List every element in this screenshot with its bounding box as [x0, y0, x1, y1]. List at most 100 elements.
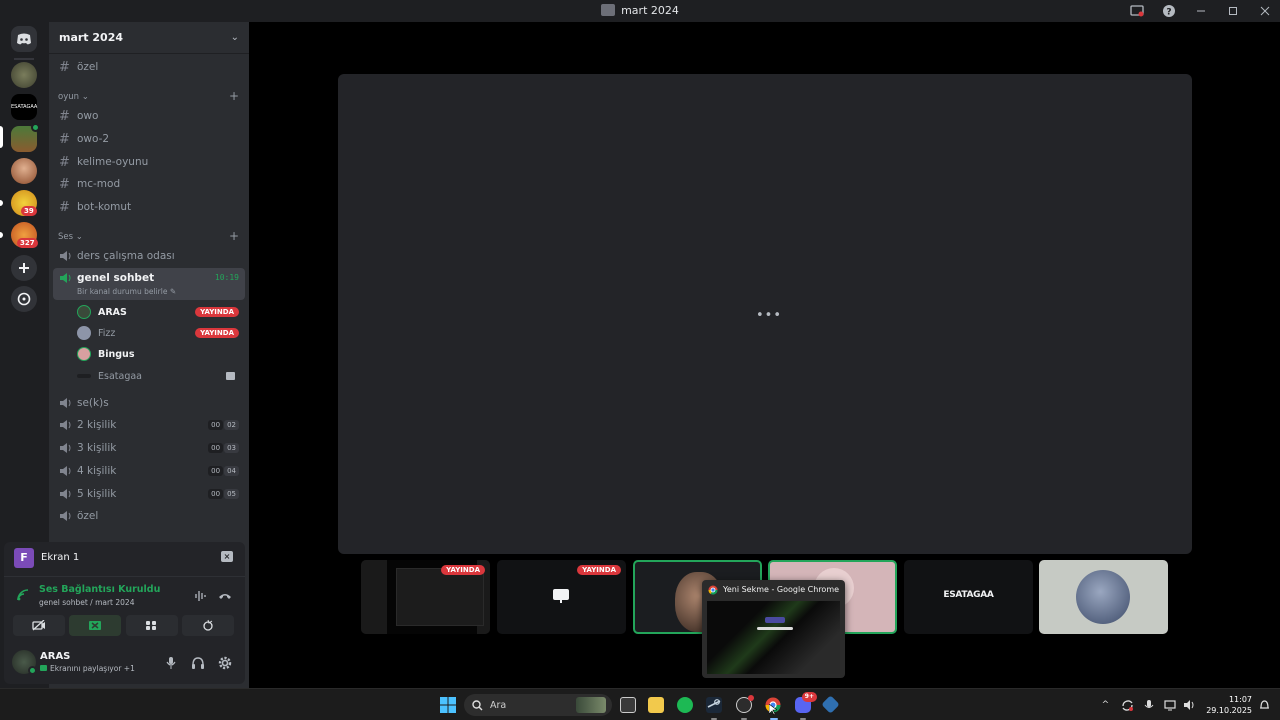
chrome-taskbar-preview[interactable]: Yeni Sekme - Google Chrome	[702, 580, 845, 678]
voice-ozel[interactable]: özel	[53, 505, 245, 527]
discord-home-button[interactable]	[11, 26, 37, 52]
file-explorer-icon[interactable]	[648, 697, 664, 713]
disconnect-icon[interactable]	[218, 590, 232, 602]
voice-location[interactable]: genel sohbet / mart 2024	[39, 598, 134, 607]
guild-header[interactable]: mart 2024 ⌄	[49, 22, 249, 54]
server-icon-mart-2024[interactable]	[11, 123, 40, 152]
voice-connected-status[interactable]: Ses Bağlantısı Kuruldu	[39, 584, 160, 595]
category-oyun[interactable]: oyun ⌄	[58, 92, 89, 102]
gear-icon[interactable]	[218, 656, 232, 670]
streaming-icon	[40, 665, 47, 671]
chevron-up-icon[interactable]: ^	[1102, 700, 1110, 710]
channel-owo-2[interactable]: # owo-2	[53, 128, 245, 150]
tile-esatagaa[interactable]: ESATAGAA	[904, 560, 1033, 634]
explore-servers-button[interactable]	[11, 286, 37, 312]
help-icon[interactable]: ?	[1162, 4, 1176, 18]
voice-genel-sohbet[interactable]: genel sohbet 10:19 Bir kanal durumu beli…	[53, 268, 245, 300]
channel-status-prompt[interactable]: Bir kanal durumu belirle ✎	[77, 287, 176, 296]
category-ses[interactable]: Ses ⌄	[58, 232, 83, 242]
voice-ders-calisma[interactable]: ders çalışma odası	[53, 245, 245, 267]
app-icon-diamond[interactable]	[821, 695, 840, 714]
server-icon-5[interactable]: 39	[11, 190, 37, 216]
server-icon-4[interactable]	[11, 158, 37, 184]
avatar	[77, 347, 91, 361]
channel-owo[interactable]: # owo	[53, 105, 245, 127]
close-button[interactable]	[1258, 4, 1272, 18]
volume-icon[interactable]	[1183, 699, 1196, 711]
mic-tray-icon[interactable]	[1144, 699, 1154, 712]
mention-badge: 39	[21, 206, 37, 216]
preview-title: Yeni Sekme - Google Chrome	[723, 585, 840, 594]
tile-fizz-avatar[interactable]	[1039, 560, 1168, 634]
channel-mc-mod[interactable]: # mc-mod	[53, 173, 245, 195]
create-voice-plus-icon[interactable]: +	[229, 229, 239, 243]
user-limit-badge: 00 05	[208, 489, 239, 499]
voice-5-kisilik[interactable]: 5 kişilik 00 05	[53, 483, 245, 505]
soundboard-icon	[203, 619, 213, 631]
discord-taskbar-icon[interactable]: 9+	[795, 692, 817, 713]
focused-stream-video[interactable]: •••	[338, 74, 1192, 554]
avatar	[77, 374, 91, 378]
sync-icon[interactable]	[1121, 699, 1134, 712]
user-limit-badge: 00 03	[208, 443, 239, 453]
windows-start-icon[interactable]	[440, 697, 456, 713]
voice-3-kisilik[interactable]: 3 kişilik 00 03	[53, 437, 245, 459]
mouse-cursor-icon	[769, 704, 777, 716]
taskbar-clock[interactable]: 11:07 29.10.2025	[1206, 694, 1252, 716]
taskbar-search[interactable]: Ara	[464, 694, 612, 716]
voice-seks[interactable]: se(k)s	[53, 392, 245, 414]
stream-tile-aras[interactable]: YAYINDA	[361, 560, 490, 634]
task-view-icon[interactable]	[620, 697, 636, 713]
channel-kelime-oyunu[interactable]: # kelime-oyunu	[53, 151, 245, 173]
window-titlebar: mart 2024 ?	[0, 0, 1280, 22]
mention-badge-2: 327	[17, 238, 38, 248]
headphones-icon[interactable]	[191, 656, 205, 670]
network-icon[interactable]	[1164, 699, 1177, 711]
speaker-icon	[60, 511, 71, 521]
notification-bell-icon[interactable]	[1259, 699, 1270, 711]
steam-icon[interactable]	[706, 697, 722, 713]
app-icon-circle[interactable]	[736, 695, 754, 713]
server-icon-1[interactable]	[11, 62, 37, 88]
microphone-icon[interactable]	[165, 656, 177, 670]
system-tray: ^ 11:07 29.10.2025	[1102, 689, 1280, 720]
minimize-button[interactable]	[1194, 4, 1208, 18]
maximize-button[interactable]	[1226, 4, 1240, 18]
hash-icon: #	[59, 108, 70, 124]
user-avatar[interactable]	[12, 650, 37, 675]
activities-button[interactable]	[126, 615, 178, 636]
spotify-icon[interactable]	[677, 697, 693, 713]
user-activity: Ekranını paylaşıyor +1	[40, 664, 135, 673]
user-limit-badge: 00 02	[208, 420, 239, 430]
voice-user-bingus[interactable]: Bingus	[77, 344, 241, 364]
screen-share-toggle-button[interactable]	[69, 615, 121, 636]
voice-user-aras[interactable]: ARAS YAYINDA	[77, 302, 241, 322]
voice-2-kisilik[interactable]: 2 kişilik 00 02	[53, 414, 245, 436]
speaker-icon	[60, 443, 71, 453]
server-icon-esatagaa[interactable]: ESATAGAA	[11, 94, 37, 120]
speaker-icon	[60, 251, 71, 261]
stop-stream-icon[interactable]: ×	[221, 551, 233, 562]
game-activity-icon	[226, 372, 235, 380]
voice-user-fizz[interactable]: Fizz YAYINDA	[77, 323, 241, 343]
add-server-button[interactable]	[11, 255, 37, 281]
guild-name: mart 2024	[59, 31, 124, 44]
camera-toggle-button[interactable]	[13, 615, 65, 636]
hash-icon: #	[59, 59, 70, 75]
create-channel-plus-icon[interactable]: +	[229, 89, 239, 103]
channel-bot-komut[interactable]: # bot-komut	[53, 196, 245, 218]
voice-4-kisilik[interactable]: 4 kişilik 00 04	[53, 460, 245, 482]
noise-suppression-icon[interactable]	[194, 590, 208, 602]
server-icon-6[interactable]: 327	[11, 222, 38, 248]
inbox-icon[interactable]	[1130, 4, 1144, 18]
fizz-avatar	[1076, 570, 1130, 624]
active-server-pill	[0, 126, 3, 148]
speaker-icon	[60, 420, 71, 430]
stream-tile-fizz[interactable]: YAYINDA	[497, 560, 626, 634]
screen-share-label: Ekran 1	[41, 552, 80, 563]
soundboard-button[interactable]	[182, 615, 234, 636]
user-name[interactable]: ARAS	[40, 651, 70, 662]
activities-icon	[146, 621, 156, 630]
voice-user-esatagaa[interactable]: Esatagaa	[77, 366, 241, 386]
channel-ozel-text[interactable]: # özel	[53, 56, 245, 78]
